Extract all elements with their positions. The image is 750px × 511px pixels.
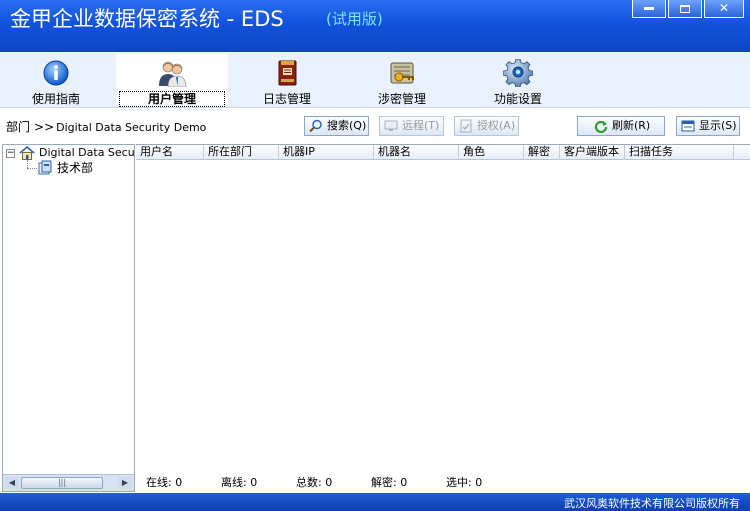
maximize-icon	[680, 4, 690, 13]
maximize-button[interactable]	[668, 0, 702, 18]
tab-user-management[interactable]: 用户管理	[116, 54, 228, 107]
window-controls: ✕	[630, 0, 744, 18]
minimize-icon	[644, 7, 654, 10]
edition-label: (试用版)	[326, 10, 383, 28]
scroll-thumb[interactable]: |||	[21, 477, 103, 489]
tree-connector	[27, 160, 28, 168]
copyright-text: 武汉风奥软件技术有限公司版权所有	[564, 497, 740, 510]
tab-log-management-label: 日志管理	[262, 92, 311, 106]
status-bar: 在线: 0 离线: 0 总数: 0 解密: 0 选中: 0	[136, 470, 750, 492]
log-book-icon	[278, 60, 297, 86]
display-icon	[681, 120, 695, 132]
breadcrumb: 部门 >> Digital Data Security Demo	[6, 118, 206, 135]
gear-icon	[503, 59, 533, 87]
scroll-left-icon[interactable]: ◀	[5, 477, 19, 489]
remote-button[interactable]: 远程(T)	[379, 116, 444, 136]
tree-item-label: 技术部	[57, 161, 94, 175]
tab-secret-management[interactable]: 涉密管理	[346, 54, 458, 107]
column-header-scan-task[interactable]: 扫描任务	[625, 145, 734, 160]
tab-log-management[interactable]: 日志管理	[231, 54, 343, 107]
column-header-username[interactable]: 用户名	[136, 145, 204, 160]
tab-user-management-label: 用户管理	[119, 91, 225, 107]
breadcrumb-label: 部门	[6, 120, 31, 134]
column-header-machine-ip[interactable]: 机器IP	[279, 145, 374, 160]
authorize-button-label: 授权(A)	[477, 119, 516, 132]
column-header-machine-name[interactable]: 机器名	[374, 145, 459, 160]
scroll-right-icon[interactable]: ▶	[118, 477, 132, 489]
authorize-icon	[460, 119, 472, 133]
selected-count: 选中: 0	[446, 476, 483, 489]
remote-button-label: 远程(T)	[402, 119, 440, 132]
tab-secret-management-label: 涉密管理	[377, 92, 426, 106]
tab-guide-label: 使用指南	[31, 92, 80, 106]
authorize-button[interactable]: 授权(A)	[454, 116, 519, 136]
collapse-icon[interactable]: −	[6, 149, 15, 158]
decrypted-count: 解密: 0	[371, 476, 408, 489]
breadcrumb-separator: >>	[34, 120, 55, 134]
search-icon	[309, 119, 322, 133]
tab-settings-label: 功能设置	[493, 92, 542, 106]
tree-root-label: Digital Data Security Demo	[39, 146, 135, 159]
secret-key-icon	[390, 62, 414, 84]
online-count: 在线: 0	[146, 476, 183, 489]
home-icon	[19, 145, 35, 160]
refresh-button[interactable]: 刷新(R)	[577, 116, 665, 136]
search-button[interactable]: 搜索(Q)	[304, 116, 369, 136]
offline-count: 离线: 0	[221, 476, 258, 489]
remote-icon	[384, 120, 398, 131]
users-icon	[159, 61, 187, 87]
tree-connector-h	[27, 168, 37, 169]
close-button[interactable]: ✕	[704, 0, 744, 18]
column-header-client-version[interactable]: 客户端版本	[560, 145, 625, 160]
minimize-button[interactable]	[632, 0, 666, 18]
total-count: 总数: 0	[296, 476, 333, 489]
display-button[interactable]: 显示(S)	[676, 116, 740, 136]
title-bar: 金甲企业数据保密系统 - EDS (试用版) ✕	[0, 0, 750, 52]
department-tree[interactable]: − Digital Data Security Demo 技术部 ◀ ||| ▶	[2, 144, 135, 492]
main-toolbar: 使用指南 用户管理 日志管理 涉密管理 功能设置	[0, 52, 750, 108]
tab-guide[interactable]: 使用指南	[0, 54, 112, 107]
breadcrumb-node[interactable]: Digital Data Security Demo	[56, 121, 206, 134]
close-icon: ✕	[718, 1, 730, 15]
column-header-decrypt[interactable]: 解密	[524, 145, 560, 160]
search-button-label: 搜索(Q)	[327, 119, 367, 132]
footer-bar: 武汉风奥软件技术有限公司版权所有	[0, 493, 750, 511]
column-header-department[interactable]: 所在部门	[204, 145, 279, 160]
action-bar: 部门 >> Digital Data Security Demo 搜索(Q) 远程(…	[0, 108, 750, 144]
department-icon	[38, 160, 52, 175]
table-header: 用户名 所在部门 机器IP 机器名 角色 解密 客户端版本 扫描任务	[136, 145, 750, 160]
refresh-button-label: 刷新(R)	[612, 119, 651, 132]
tree-root[interactable]: − Digital Data Security Demo	[3, 145, 134, 161]
refresh-icon	[594, 120, 608, 133]
display-button-label: 显示(S)	[699, 119, 737, 132]
tab-settings[interactable]: 功能设置	[462, 54, 574, 107]
user-table[interactable]: 用户名 所在部门 机器IP 机器名 角色 解密 客户端版本 扫描任务	[136, 144, 750, 466]
tree-horizontal-scrollbar[interactable]: ◀ ||| ▶	[3, 474, 134, 491]
column-header-role[interactable]: 角色	[459, 145, 524, 160]
window-title: 金甲企业数据保密系统 - EDS	[10, 7, 284, 31]
info-icon	[43, 60, 69, 86]
